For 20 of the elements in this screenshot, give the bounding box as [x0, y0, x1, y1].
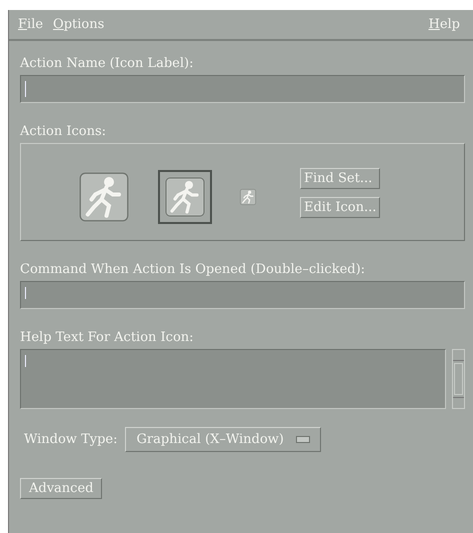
field-label: Command When Action Is Opened (Double–clicked): [20, 261, 366, 279]
scrollbar[interactable] [452, 349, 465, 409]
group-label: Action Icons: [20, 123, 108, 141]
field-label: Window Type: [24, 430, 118, 448]
field-label: Help Text For Action Icon: [20, 329, 195, 347]
runner-icon [79, 172, 129, 222]
runner-icon [240, 189, 256, 205]
field-label: Action Name (Icon Label): [20, 55, 194, 73]
advanced-button[interactable]: Advanced [20, 478, 102, 499]
push-button[interactable]: Find Set... [300, 168, 380, 189]
menu-item[interactable]: File [13, 17, 48, 32]
menu-item[interactable]: Help [423, 17, 465, 32]
input-field[interactable] [20, 281, 465, 309]
push-button[interactable]: Edit Icon... [300, 197, 380, 218]
input-field[interactable] [20, 75, 465, 103]
runner-icon [165, 177, 205, 217]
icon-slot[interactable] [158, 170, 212, 224]
icon-slot[interactable] [238, 187, 258, 207]
menu-item[interactable]: Options [48, 17, 110, 32]
option-menu[interactable]: Graphical (X–Window) [125, 427, 321, 452]
